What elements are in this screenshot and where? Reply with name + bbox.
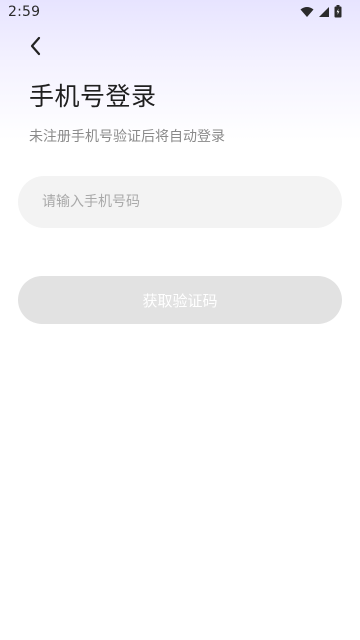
battery-icon [334, 5, 342, 18]
status-bar: 2:59 [0, 0, 360, 24]
status-time: 2:59 [8, 4, 41, 20]
status-icons [300, 5, 342, 18]
chevron-left-icon [24, 36, 48, 62]
signal-icon [318, 6, 330, 18]
page-subtitle: 未注册手机号验证后将自动登录 [29, 129, 225, 145]
back-button[interactable] [24, 34, 48, 58]
page-title: 手机号登录 [29, 82, 157, 111]
get-verification-code-button[interactable]: 获取验证码 [18, 276, 342, 324]
phone-number-input[interactable] [18, 176, 342, 228]
wifi-icon [300, 6, 314, 18]
